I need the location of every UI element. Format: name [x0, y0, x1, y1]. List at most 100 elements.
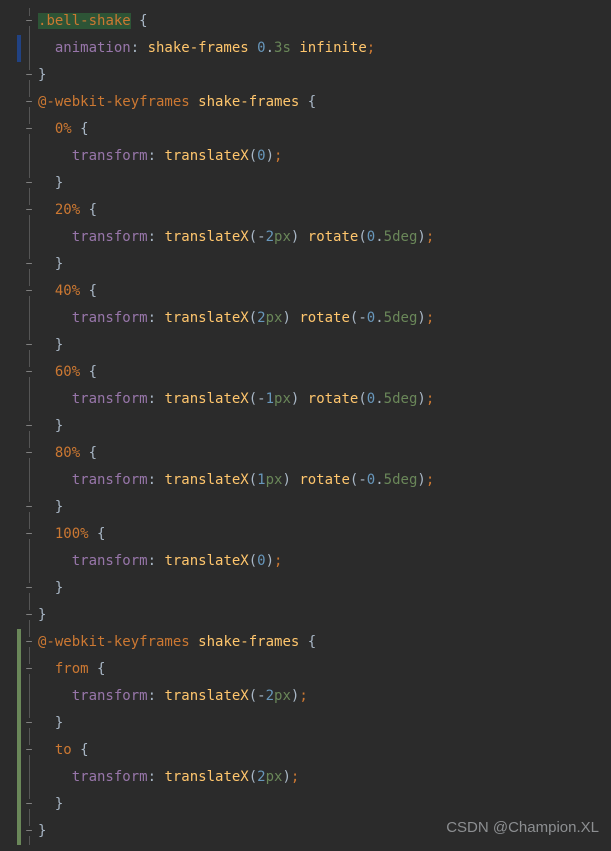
code-editor[interactable]: − − − − − − − − − − − − − − − − − − − − − − .bell-shake { ani… [0, 0, 611, 845]
gutter-line: − [0, 710, 36, 737]
code-line[interactable]: 40% { [38, 278, 611, 305]
code-line[interactable]: } [38, 494, 611, 521]
token: ( [249, 688, 257, 704]
code-line[interactable]: transform: translateX(0); [38, 548, 611, 575]
fold-open-icon[interactable]: − [24, 124, 34, 134]
code-line[interactable]: 0% { [38, 116, 611, 143]
code-line[interactable]: from { [38, 656, 611, 683]
indent [38, 472, 72, 488]
gutter-line: − [0, 602, 36, 629]
token: 5 [384, 391, 392, 407]
code-line[interactable]: transform: translateX(-2px); [38, 683, 611, 710]
token: ( [249, 472, 257, 488]
token: translateX [164, 769, 248, 785]
fold-open-icon[interactable]: − [24, 448, 34, 458]
code-line[interactable]: .bell-shake { [38, 8, 611, 35]
token [80, 445, 88, 461]
fold-open-icon[interactable]: − [24, 286, 34, 296]
fold-guide [29, 224, 30, 251]
token: translateX [164, 391, 248, 407]
change-marker [17, 35, 21, 62]
token: 2 [266, 688, 274, 704]
token: { [89, 364, 97, 380]
code-area[interactable]: .bell-shake { animation: shake-frames 0.… [36, 8, 611, 845]
fold-close-icon[interactable]: − [24, 70, 34, 80]
code-line[interactable]: 60% { [38, 359, 611, 386]
code-line[interactable]: @-webkit-keyframes shake-frames { [38, 629, 611, 656]
token: shake-frames [198, 634, 299, 650]
token: infinite [299, 40, 366, 56]
code-line[interactable]: 80% { [38, 440, 611, 467]
code-line[interactable]: } [38, 710, 611, 737]
code-line[interactable]: } [38, 170, 611, 197]
gutter-line: − [0, 656, 36, 683]
fold-close-icon[interactable]: − [24, 340, 34, 350]
fold-open-icon[interactable]: − [24, 205, 34, 215]
code-line[interactable]: transform: translateX(-1px) rotate(0.5de… [38, 386, 611, 413]
token: ; [426, 229, 434, 245]
code-line[interactable]: animation: shake-frames 0.3s infinite; [38, 35, 611, 62]
gutter-line [0, 467, 36, 494]
code-line[interactable]: } [38, 413, 611, 440]
token: - [257, 391, 265, 407]
gutter-line [0, 35, 36, 62]
fold-open-icon[interactable]: − [24, 745, 34, 755]
token: ; [299, 688, 307, 704]
code-line[interactable]: transform: translateX(1px) rotate(-0.5de… [38, 467, 611, 494]
fold-open-icon[interactable]: − [24, 664, 34, 674]
code-line[interactable]: 20% { [38, 197, 611, 224]
fold-close-icon[interactable]: − [24, 610, 34, 620]
token: transform [72, 148, 148, 164]
fold-close-icon[interactable]: − [24, 178, 34, 188]
fold-guide [29, 548, 30, 575]
code-line[interactable]: @-webkit-keyframes shake-frames { [38, 89, 611, 116]
fold-close-icon[interactable]: − [24, 826, 34, 836]
code-line[interactable]: } [38, 62, 611, 89]
token: translateX [164, 688, 248, 704]
fold-close-icon[interactable]: − [24, 583, 34, 593]
fold-open-icon[interactable]: − [24, 16, 34, 26]
code-line[interactable]: transform: translateX(0); [38, 143, 611, 170]
token: { [139, 13, 147, 29]
code-line[interactable]: transform: translateX(2px); [38, 764, 611, 791]
token: : [148, 391, 165, 407]
code-line[interactable]: } [38, 251, 611, 278]
fold-close-icon[interactable]: − [24, 421, 34, 431]
code-line[interactable]: transform: translateX(2px) rotate(-0.5de… [38, 305, 611, 332]
fold-close-icon[interactable]: − [24, 718, 34, 728]
token: : [148, 229, 165, 245]
token: shake-frames [148, 40, 249, 56]
token: ) [282, 769, 290, 785]
token: @-webkit-keyframes [38, 634, 190, 650]
fold-close-icon[interactable]: − [24, 502, 34, 512]
token: } [38, 823, 46, 839]
gutter-line: − [0, 359, 36, 386]
change-marker [17, 683, 21, 710]
fold-open-icon[interactable]: − [24, 637, 34, 647]
code-line[interactable]: } [38, 602, 611, 629]
token: rotate [308, 229, 359, 245]
token: transform [72, 769, 148, 785]
token: transform [72, 553, 148, 569]
token: translateX [164, 310, 248, 326]
editor-gutter[interactable]: − − − − − − − − − − − − − − − − − − − − − − [0, 8, 36, 845]
fold-open-icon[interactable]: − [24, 367, 34, 377]
token: 2 [266, 229, 274, 245]
code-line[interactable]: } [38, 575, 611, 602]
token: 0% [55, 121, 72, 137]
token: from [55, 661, 89, 677]
fold-close-icon[interactable]: − [24, 799, 34, 809]
code-line[interactable]: to { [38, 737, 611, 764]
code-line[interactable]: 100% { [38, 521, 611, 548]
token [89, 526, 97, 542]
fold-close-icon[interactable]: − [24, 259, 34, 269]
code-line[interactable]: transform: translateX(-2px) rotate(0.5de… [38, 224, 611, 251]
token: ) [417, 391, 425, 407]
token: px [274, 391, 291, 407]
fold-open-icon[interactable]: − [24, 529, 34, 539]
token: : [148, 553, 165, 569]
fold-open-icon[interactable]: − [24, 97, 34, 107]
code-line[interactable]: } [38, 332, 611, 359]
token: ) [266, 148, 274, 164]
gutter-line: − [0, 494, 36, 521]
